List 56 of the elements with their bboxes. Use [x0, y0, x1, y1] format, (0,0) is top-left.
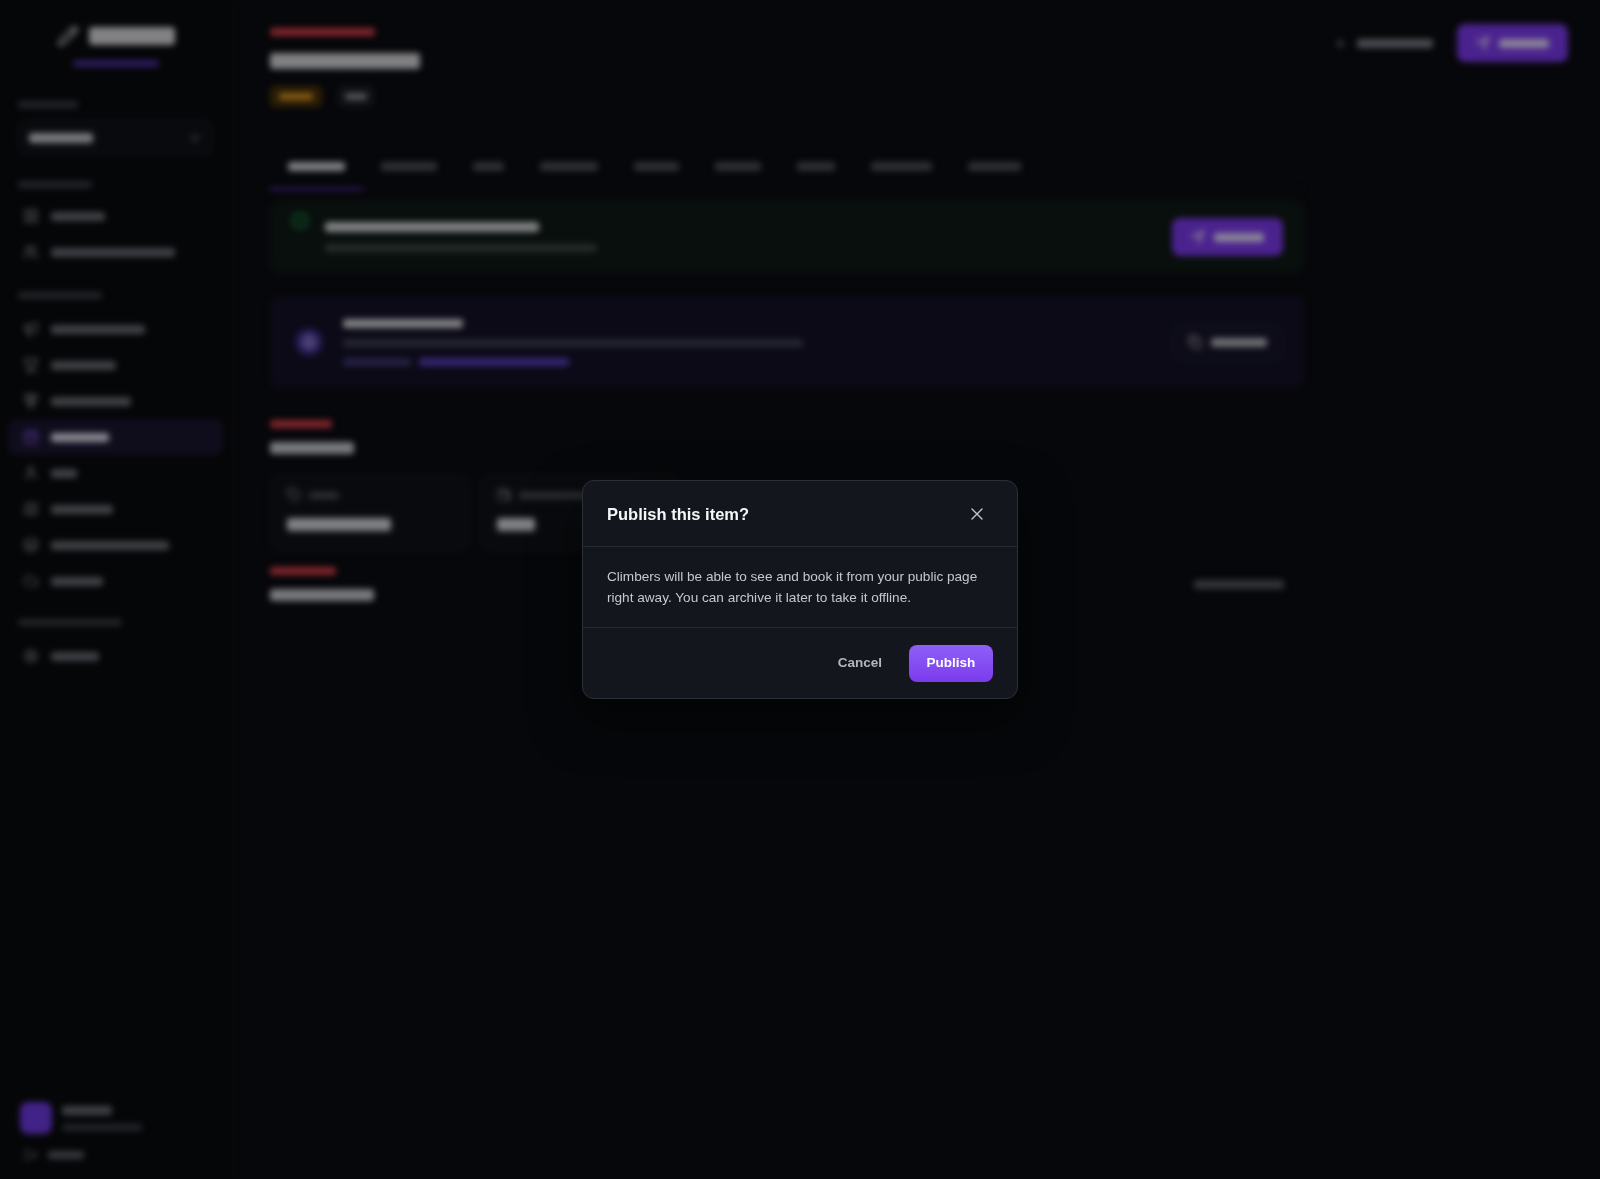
blurred-text	[715, 161, 761, 171]
blurred-text	[1211, 337, 1267, 347]
blurred-text	[540, 161, 598, 171]
blurred-icon	[23, 537, 39, 553]
blurred-icon	[23, 321, 39, 337]
blurred-text	[345, 93, 367, 100]
blurred-icon	[295, 328, 323, 356]
blurred-icon	[23, 244, 39, 260]
blurred-text	[288, 161, 345, 171]
dialog-message: Climbers will be able to see and book it from your public page right away. You can archive it later to take it offline.	[583, 547, 1017, 628]
blurred-text	[51, 576, 103, 586]
blurred-icon	[56, 25, 79, 47]
dialog-title: Publish this item?	[607, 503, 750, 525]
blurred-text	[1214, 232, 1264, 242]
blurred-icon	[23, 648, 39, 664]
blurred-text	[270, 420, 332, 428]
publish-button[interactable]	[1172, 218, 1283, 256]
blurred-text	[473, 161, 504, 171]
blurred-text	[279, 93, 313, 100]
blurred-text	[1499, 38, 1549, 48]
blurred-text	[51, 211, 105, 221]
blurred-text	[270, 567, 336, 575]
blurred-text	[968, 161, 1021, 171]
blurred-text	[51, 432, 109, 442]
blurred-icon	[23, 357, 39, 373]
blurred-text	[51, 468, 77, 478]
blurred-text	[497, 518, 535, 531]
blurred-text	[309, 491, 339, 499]
publish-button[interactable]	[1457, 24, 1568, 62]
blurred-text	[343, 357, 411, 366]
blurred-icon	[23, 465, 39, 481]
blurred-text	[29, 132, 93, 143]
close-icon	[971, 507, 983, 520]
blurred-icon	[1476, 36, 1490, 50]
blurred-icon	[23, 393, 39, 409]
publish-button[interactable]: Publish	[909, 644, 993, 682]
blurred-text	[871, 161, 932, 171]
cancel-button[interactable]: Cancel	[825, 644, 894, 682]
blurred-icon	[291, 212, 309, 230]
blurred-text	[51, 504, 113, 514]
blurred-text	[62, 1105, 112, 1115]
blurred-text	[48, 1151, 84, 1159]
blurred-icon	[1188, 335, 1202, 349]
blurred-text	[381, 161, 437, 171]
back-link[interactable]	[1335, 36, 1433, 50]
blurred-icon	[1191, 230, 1205, 244]
blurred-text	[51, 651, 99, 661]
sidebar-item[interactable]	[8, 419, 223, 455]
blurred-icon	[23, 208, 39, 224]
avatar	[20, 1102, 52, 1134]
blurred-text	[51, 360, 116, 370]
blurred-text	[634, 161, 679, 171]
blurred-icon	[23, 501, 39, 517]
blurred-icon	[23, 429, 39, 445]
blurred-text	[797, 161, 835, 171]
blurred-icon	[497, 488, 511, 502]
